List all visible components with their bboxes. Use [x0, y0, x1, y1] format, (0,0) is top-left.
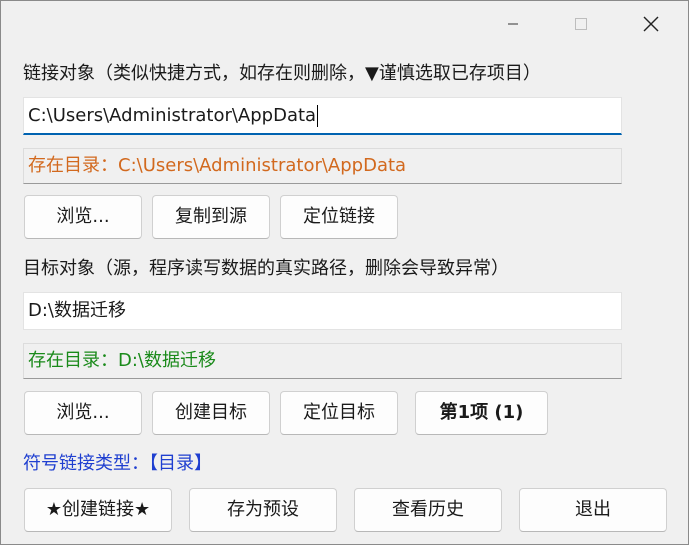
- exit-button[interactable]: 退出: [519, 488, 667, 532]
- save-preset-button[interactable]: 存为预设: [189, 488, 337, 532]
- app-window: 链接对象（类似快捷方式，如存在则删除，▼谨慎选取已存项目） C:\Users\A…: [0, 0, 689, 545]
- minimize-icon: [508, 23, 518, 25]
- target-path-input[interactable]: D:\数据迁移: [23, 292, 622, 330]
- text-caret: [317, 105, 319, 127]
- maximize-button[interactable]: [558, 1, 604, 47]
- minimize-button[interactable]: [490, 1, 536, 47]
- create-target-button[interactable]: 创建目标: [152, 391, 270, 435]
- copy-to-source-button[interactable]: 复制到源: [152, 195, 270, 239]
- target-path-value: D:\数据迁移: [28, 300, 126, 321]
- create-link-button[interactable]: ★创建链接★: [24, 488, 172, 532]
- close-button[interactable]: [628, 1, 674, 47]
- link-browse-button[interactable]: 浏览...: [24, 195, 142, 239]
- title-bar: [1, 1, 688, 47]
- link-path-input[interactable]: C:\Users\Administrator\AppData: [23, 97, 622, 135]
- locate-target-button[interactable]: 定位目标: [280, 391, 398, 435]
- target-object-label: 目标对象（源，程序读写数据的真实路径，删除会导致异常）: [23, 258, 509, 279]
- view-history-button[interactable]: 查看历史: [354, 488, 502, 532]
- locate-link-button[interactable]: 定位链接: [280, 195, 398, 239]
- target-exists-status: 存在目录：D:\数据迁移: [23, 343, 622, 379]
- link-path-value: C:\Users\Administrator\AppData: [28, 105, 317, 126]
- item-nav-button[interactable]: 第1项 (1): [415, 391, 548, 435]
- link-object-label: 链接对象（类似快捷方式，如存在则删除，▼谨慎选取已存项目）: [23, 63, 541, 84]
- close-icon: [643, 16, 659, 32]
- target-browse-button[interactable]: 浏览...: [24, 391, 142, 435]
- link-exists-status: 存在目录：C:\Users\Administrator\AppData: [23, 148, 622, 184]
- maximize-icon: [575, 18, 587, 30]
- symlink-type-label: 符号链接类型：【目录】: [23, 453, 212, 474]
